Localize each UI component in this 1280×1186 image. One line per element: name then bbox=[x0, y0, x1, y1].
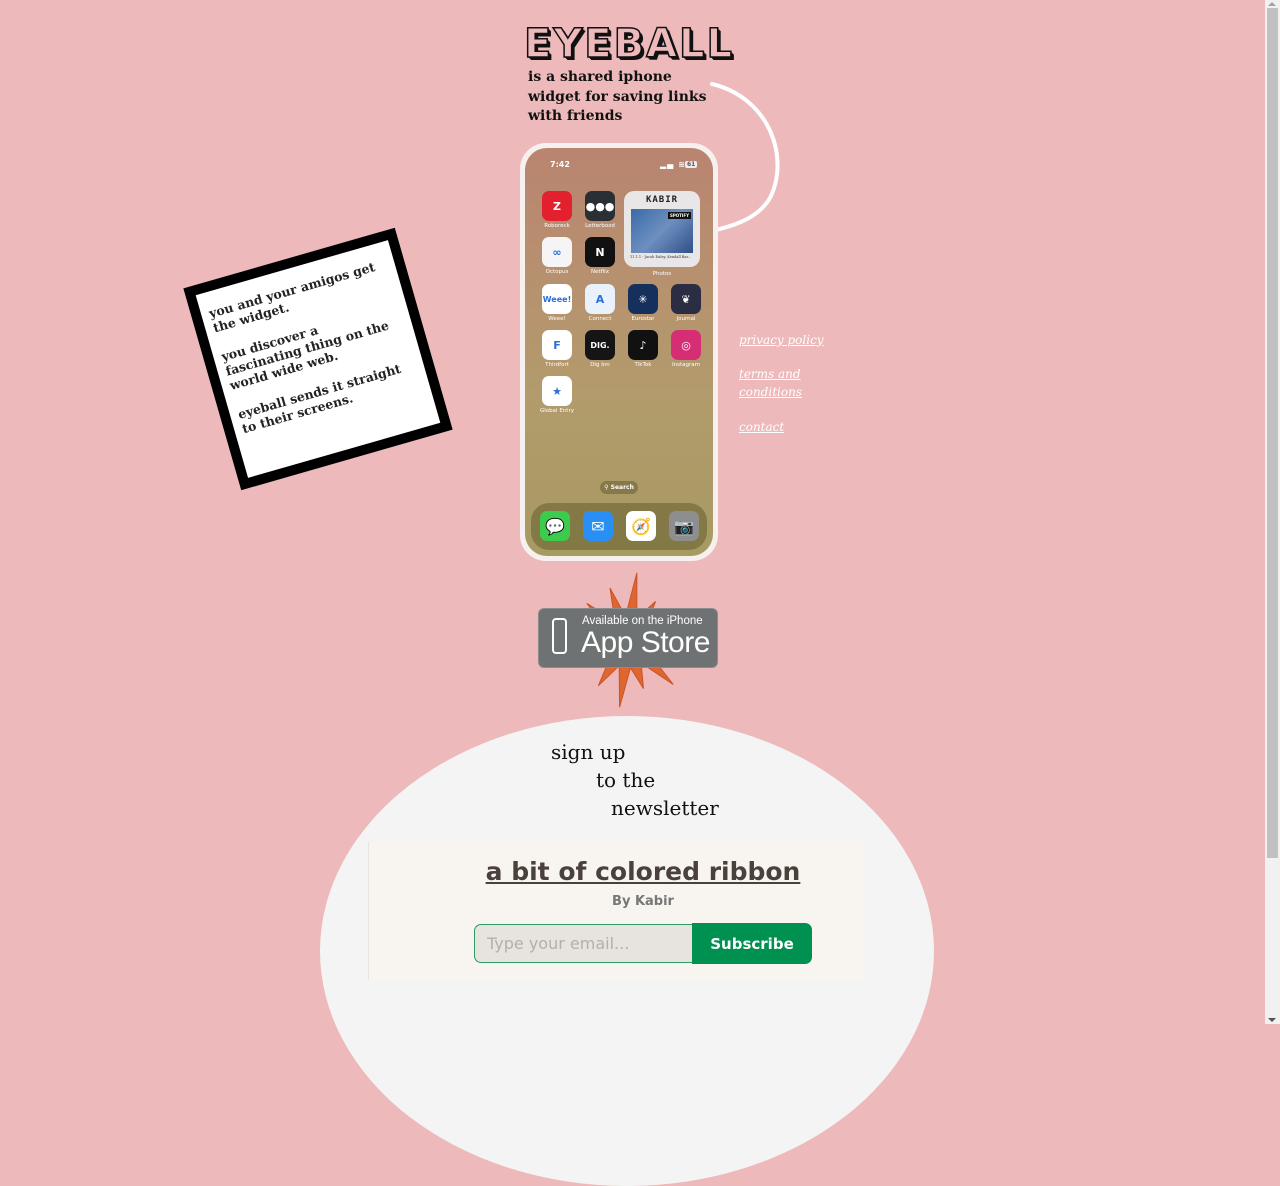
newsletter-heading-line: sign up bbox=[551, 740, 626, 764]
scrollbar-thumb[interactable] bbox=[1267, 8, 1278, 858]
app-eurostar[interactable]: ✳ Eurostar bbox=[621, 284, 665, 322]
app-store-line2: App Store bbox=[581, 626, 710, 659]
app-label: Journal bbox=[676, 316, 696, 322]
app-label: Roboreck bbox=[544, 223, 570, 229]
app-weee[interactable]: Weee! Weee! bbox=[535, 284, 579, 322]
app-label: Octopus bbox=[545, 269, 569, 275]
eurostar-icon: ✳ bbox=[628, 284, 658, 314]
widget-badge: SPOTIFY bbox=[667, 212, 691, 219]
battery-icon: 61 bbox=[685, 161, 698, 168]
dig-inn-icon: DIG. bbox=[585, 330, 615, 360]
journal-icon: ❦ bbox=[671, 284, 701, 314]
app-store-badge[interactable]: Available on the iPhone App Store bbox=[538, 608, 718, 668]
app-label: Global Entry bbox=[540, 408, 574, 414]
dock: 💬 ✉ 🧭 📷 bbox=[531, 503, 707, 550]
signal-wifi-icon: ▂▄ ≋ bbox=[660, 160, 686, 169]
how-it-works-card: you and your amigos get the widget. you … bbox=[183, 227, 453, 491]
newsletter-heading-line: newsletter bbox=[611, 796, 719, 820]
camera-icon[interactable]: 📷 bbox=[669, 511, 699, 541]
app-label: TikTok bbox=[634, 362, 652, 368]
roborock-icon: Z bbox=[542, 191, 572, 221]
app-thirdfort[interactable]: F Thirdfort bbox=[535, 330, 579, 368]
thirdfort-icon: F bbox=[542, 330, 572, 360]
widget-caption: 11.1.1 - Jacob Daley, Kendall Bar... bbox=[630, 255, 692, 259]
app-label: Instagram bbox=[672, 362, 700, 368]
app-label: Connect bbox=[588, 316, 612, 322]
eyeball-logo: EYEBALL bbox=[523, 21, 735, 67]
newsletter-title-link[interactable]: a bit of colored ribbon bbox=[368, 857, 918, 886]
app-store-connect-icon: A bbox=[585, 284, 615, 314]
scroll-up-arrow-icon[interactable] bbox=[1268, 2, 1276, 6]
app-instagram[interactable]: ◎ Instagram bbox=[664, 330, 708, 368]
vertical-scrollbar[interactable] bbox=[1265, 0, 1280, 1024]
newsletter-heading-line: to the bbox=[596, 768, 656, 792]
app-label: Dig Inn bbox=[590, 362, 610, 368]
app-label: Thirdfort bbox=[545, 362, 569, 368]
messages-icon[interactable]: 💬 bbox=[540, 511, 570, 541]
app-label: Weee! bbox=[548, 316, 566, 322]
letterboxd-icon: ●●● bbox=[585, 191, 615, 221]
instagram-icon: ◎ bbox=[671, 330, 701, 360]
privacy-policy-link[interactable]: privacy policy bbox=[739, 331, 824, 349]
tiktok-icon: ♪ bbox=[628, 330, 658, 360]
widget-photo: SPOTIFY bbox=[631, 209, 693, 253]
app-label: Letterboxd bbox=[585, 223, 615, 229]
status-time: 7:42 bbox=[550, 160, 570, 169]
widget-label: Photos bbox=[652, 271, 672, 277]
app-label: Netflix bbox=[591, 269, 609, 275]
safari-icon[interactable]: 🧭 bbox=[626, 511, 656, 541]
iphone-mockup: 7:42 ▂▄ ≋ 61 Z Roboreck ●●● Letterboxd ∞ Octo… bbox=[520, 143, 718, 561]
app-dig-inn[interactable]: DIG. Dig Inn bbox=[578, 330, 622, 368]
app-roboreck[interactable]: Z Roboreck bbox=[535, 191, 579, 229]
contact-link[interactable]: contact bbox=[739, 418, 784, 436]
app-netflix[interactable]: N Netflix bbox=[578, 237, 622, 275]
phone-screen: 7:42 ▂▄ ≋ 61 Z Roboreck ●●● Letterboxd ∞ Octo… bbox=[525, 148, 713, 556]
app-label: Eurostar bbox=[631, 316, 655, 322]
mail-icon[interactable]: ✉ bbox=[583, 511, 613, 541]
app-global-entry[interactable]: ★ Global Entry bbox=[535, 376, 579, 414]
weee-icon: Weee! bbox=[542, 284, 572, 314]
app-connect[interactable]: A Connect bbox=[578, 284, 622, 322]
widget-title: KABIR bbox=[645, 195, 679, 205]
newsletter-byline: By Kabir bbox=[612, 894, 674, 909]
app-letterboxd[interactable]: ●●● Letterboxd bbox=[578, 191, 622, 229]
email-input[interactable] bbox=[474, 924, 693, 963]
kabir-widget[interactable]: KABIR SPOTIFY 11.1.1 - Jacob Daley, Kend… bbox=[624, 191, 700, 267]
search-label: Search bbox=[610, 484, 634, 491]
global-entry-icon: ★ bbox=[542, 376, 572, 406]
app-journal[interactable]: ❦ Journal bbox=[664, 284, 708, 322]
terms-and-conditions-link[interactable]: terms and conditions bbox=[739, 365, 819, 401]
netflix-icon: N bbox=[585, 237, 615, 267]
search-pill[interactable]: ⚲ Search bbox=[600, 481, 638, 494]
iphone-icon bbox=[552, 618, 567, 654]
app-tiktok[interactable]: ♪ TikTok bbox=[621, 330, 665, 368]
octopus-icon: ∞ bbox=[542, 237, 572, 267]
scroll-down-arrow-icon[interactable] bbox=[1268, 1018, 1276, 1022]
app-octopus[interactable]: ∞ Octopus bbox=[535, 237, 579, 275]
subscribe-button[interactable]: Subscribe bbox=[692, 923, 812, 964]
